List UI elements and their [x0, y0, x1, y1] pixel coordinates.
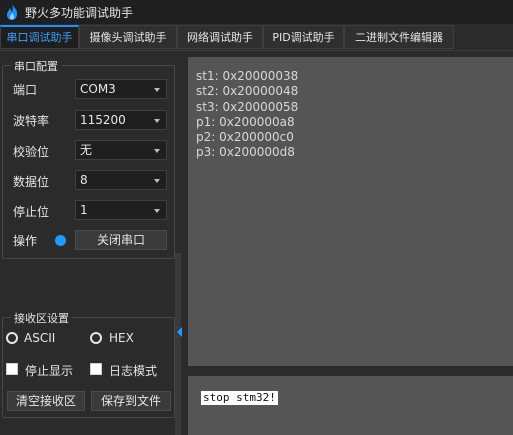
- chevron-down-icon: [154, 149, 160, 153]
- databits-value: 8: [80, 173, 88, 187]
- receive-line: p1: 0x200000a8: [196, 114, 295, 129]
- window-title: 野火多功能调试助手: [25, 6, 134, 20]
- send-text-selection: stop stm32!: [201, 391, 278, 405]
- ascii-label: ASCII: [24, 331, 56, 345]
- receive-lines: st1: 0x20000038 st2: 0x20000048 st3: 0x2…: [188, 57, 513, 161]
- operation-label: 操作: [13, 234, 38, 248]
- receive-line: st2: 0x20000048: [196, 84, 299, 99]
- close-port-button[interactable]: 关闭串口: [75, 230, 167, 250]
- log-mode-label: 日志模式: [109, 364, 158, 378]
- stopbits-label: 停止位: [13, 205, 50, 219]
- clear-receive-button[interactable]: 清空接收区: [7, 391, 85, 411]
- receive-text-area[interactable]: st1: 0x20000038 st2: 0x20000048 st3: 0x2…: [188, 57, 513, 366]
- serial-config-title: 串口配置: [11, 58, 61, 74]
- log-mode-checkbox[interactable]: [90, 363, 102, 375]
- chevron-down-icon: [154, 88, 160, 92]
- baud-select[interactable]: 115200: [75, 110, 167, 130]
- tab-pid-assistant[interactable]: PID调试助手: [263, 25, 344, 49]
- stop-display-label: 停止显示: [25, 364, 74, 378]
- panel-splitter[interactable]: [175, 253, 181, 435]
- title-bar: 野火多功能调试助手: [0, 0, 513, 24]
- stop-display-checkbox[interactable]: [6, 363, 18, 375]
- parity-value: 无: [80, 143, 93, 157]
- chevron-down-icon: [154, 179, 160, 183]
- hex-label: HEX: [109, 331, 134, 345]
- ascii-radio[interactable]: [6, 332, 18, 344]
- databits-select[interactable]: 8: [75, 170, 167, 190]
- port-value: COM3: [80, 82, 116, 96]
- collapse-panel-icon[interactable]: [177, 327, 182, 337]
- stopbits-value: 1: [80, 203, 88, 217]
- receive-settings-title: 接收区设置: [11, 310, 72, 326]
- serial-config-group: 串口配置 端口 COM3 波特率 115200 校验位 无 数据位 8 停止位 …: [2, 58, 175, 259]
- baud-label: 波特率: [13, 114, 50, 128]
- tab-binary-editor[interactable]: 二进制文件编辑器: [344, 25, 454, 49]
- save-to-file-button[interactable]: 保存到文件: [91, 391, 171, 411]
- tab-serial-assistant[interactable]: 串口调试助手: [0, 25, 79, 49]
- chevron-down-icon: [154, 119, 160, 123]
- receive-line: p2: 0x200000c0: [196, 130, 294, 145]
- receive-line: st1: 0x20000038: [196, 69, 299, 83]
- stopbits-select[interactable]: 1: [75, 200, 167, 220]
- receive-settings-group: 接收区设置 ASCII HEX 停止显示 日志模式 清空接收区 保存到文件: [2, 310, 175, 418]
- chevron-down-icon: [154, 209, 160, 213]
- hex-radio[interactable]: [90, 332, 102, 344]
- send-text-area[interactable]: stop stm32!: [188, 376, 513, 435]
- baud-value: 115200: [80, 113, 126, 127]
- connection-status-indicator: [55, 235, 66, 246]
- receive-line: st3: 0x20000058: [196, 99, 299, 114]
- databits-label: 数据位: [13, 175, 50, 189]
- tab-network-assistant[interactable]: 网络调试助手: [177, 25, 263, 49]
- parity-select[interactable]: 无: [75, 140, 167, 160]
- tab-camera-assistant[interactable]: 摄像头调试助手: [79, 25, 177, 49]
- receive-line: p3: 0x200000d8: [196, 145, 295, 160]
- port-label: 端口: [13, 83, 38, 97]
- parity-label: 校验位: [13, 145, 50, 159]
- flame-icon: [7, 4, 18, 20]
- port-select[interactable]: COM3: [75, 79, 167, 99]
- tab-bar: 串口调试助手 摄像头调试助手 网络调试助手 PID调试助手 二进制文件编辑器: [0, 24, 513, 51]
